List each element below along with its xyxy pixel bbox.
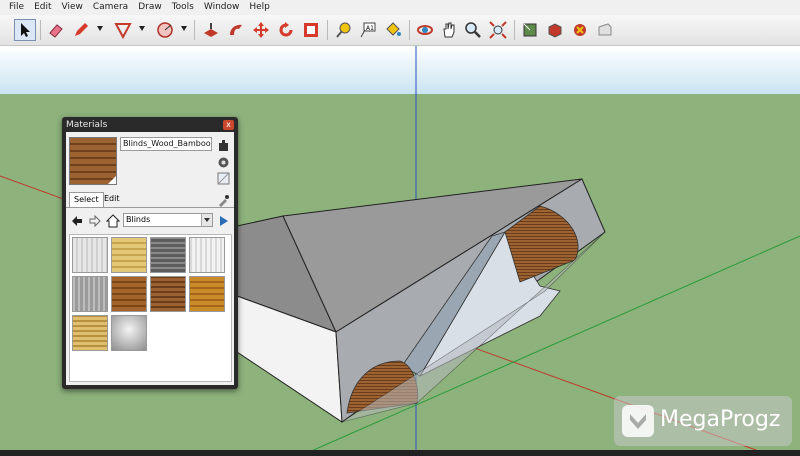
pan-tool-button[interactable] bbox=[438, 19, 460, 41]
material-swatch[interactable] bbox=[72, 237, 108, 273]
tab-select[interactable]: Select bbox=[69, 192, 104, 207]
watermark: MegaProgz bbox=[614, 396, 792, 446]
menu-camera[interactable]: Camera bbox=[88, 0, 133, 15]
material-swatch-grid bbox=[69, 234, 232, 382]
sample-paint-icon[interactable] bbox=[217, 154, 230, 168]
sky bbox=[0, 46, 800, 94]
toolbar-separator bbox=[194, 20, 195, 40]
menu-window[interactable]: Window bbox=[199, 0, 245, 15]
pencil-tool-button[interactable] bbox=[70, 19, 92, 41]
orbit-tool-button[interactable] bbox=[414, 19, 436, 41]
menu-help[interactable]: Help bbox=[244, 0, 275, 15]
brand-logo-icon bbox=[622, 405, 654, 437]
chevron-down-icon[interactable] bbox=[201, 214, 212, 226]
follow-me-tool-button[interactable] bbox=[225, 19, 247, 41]
paint-bucket-tool-button[interactable] bbox=[382, 19, 404, 41]
share-model-icon bbox=[548, 23, 562, 38]
material-swatch[interactable] bbox=[111, 237, 147, 273]
get-models-button[interactable] bbox=[519, 19, 541, 41]
push-pull-tool-button[interactable] bbox=[200, 19, 222, 41]
move-icon bbox=[253, 22, 269, 38]
offset-tool-button[interactable] bbox=[300, 19, 322, 41]
follow-me-icon bbox=[230, 24, 242, 35]
material-swatch[interactable] bbox=[189, 237, 225, 273]
materials-panel[interactable]: Materials x Blinds_Wood_Bamboo Select Ed… bbox=[62, 117, 238, 389]
select-arrow-icon bbox=[21, 23, 30, 37]
library-nav: Blinds bbox=[66, 212, 234, 228]
material-swatch[interactable] bbox=[150, 276, 186, 312]
get-models-icon bbox=[523, 23, 537, 37]
select-tool-button[interactable] bbox=[14, 19, 36, 41]
panel-title: Materials bbox=[66, 120, 108, 130]
offset-icon bbox=[304, 23, 318, 37]
tape-measure-tool-button[interactable] bbox=[332, 19, 354, 41]
arc-dropdown-icon[interactable] bbox=[139, 26, 145, 31]
menu-tools[interactable]: Tools bbox=[167, 0, 199, 15]
close-icon[interactable]: x bbox=[223, 120, 234, 130]
home-icon[interactable] bbox=[105, 213, 121, 228]
tape-measure-icon bbox=[336, 22, 351, 38]
material-preview bbox=[69, 137, 117, 185]
zoom-extents-tool-button[interactable] bbox=[487, 19, 509, 41]
arc-tool-button[interactable] bbox=[112, 19, 134, 41]
circle-icon bbox=[157, 22, 173, 38]
menu-file[interactable]: File bbox=[0, 0, 29, 15]
svg-text:A1: A1 bbox=[366, 25, 374, 32]
zoom-extents-icon bbox=[489, 21, 507, 39]
circle-dropdown-icon[interactable] bbox=[181, 26, 187, 31]
watermark-text: MegaProgz bbox=[660, 407, 781, 432]
orbit-icon bbox=[417, 25, 433, 35]
menu-draw[interactable]: Draw bbox=[133, 0, 167, 15]
pencil-dropdown-icon[interactable] bbox=[97, 26, 103, 31]
pencil-icon bbox=[75, 23, 88, 36]
create-material-icon[interactable] bbox=[217, 138, 230, 151]
library-select[interactable]: Blinds bbox=[123, 213, 213, 227]
menu-view[interactable]: View bbox=[57, 0, 88, 15]
menu-edit[interactable]: Edit bbox=[29, 0, 56, 15]
main-toolbar: A1 bbox=[0, 15, 800, 46]
materials-panel-body: Blinds_Wood_Bamboo Select Edit Blinds bbox=[66, 132, 234, 385]
pan-icon bbox=[443, 22, 455, 38]
move-tool-button[interactable] bbox=[250, 19, 272, 41]
component-button[interactable] bbox=[569, 19, 591, 41]
arc-icon bbox=[114, 23, 132, 39]
menu-bar: File Edit View Camera Draw Tools Window Help bbox=[0, 0, 800, 15]
rotate-tool-button[interactable] bbox=[275, 19, 297, 41]
share-model-button[interactable] bbox=[544, 19, 566, 41]
zoom-icon bbox=[465, 22, 481, 38]
eraser-tool-button[interactable] bbox=[45, 19, 67, 41]
back-arrow-icon[interactable] bbox=[70, 213, 84, 227]
material-name-field[interactable]: Blinds_Wood_Bamboo bbox=[120, 137, 212, 151]
material-swatch[interactable] bbox=[111, 315, 147, 351]
materials-tabs: Select Edit bbox=[66, 190, 234, 208]
circle-tool-button[interactable] bbox=[154, 19, 176, 41]
warehouse-button[interactable] bbox=[594, 19, 616, 41]
status-bar bbox=[0, 450, 800, 456]
component-icon bbox=[574, 24, 586, 36]
tab-edit[interactable]: Edit bbox=[100, 192, 124, 207]
forward-arrow-icon[interactable] bbox=[88, 213, 102, 228]
eraser-icon bbox=[49, 24, 63, 38]
material-swatch[interactable] bbox=[150, 237, 186, 273]
zoom-tool-button[interactable] bbox=[462, 19, 484, 41]
text-tool-button[interactable]: A1 bbox=[357, 19, 379, 41]
toolbar-separator bbox=[327, 20, 328, 40]
library-select-value: Blinds bbox=[126, 215, 151, 224]
material-swatch[interactable] bbox=[72, 315, 108, 351]
material-swatch[interactable] bbox=[72, 276, 108, 312]
material-swatch[interactable] bbox=[189, 276, 225, 312]
paint-bucket-icon bbox=[386, 22, 401, 36]
warehouse-icon bbox=[598, 23, 612, 36]
toolbar-separator bbox=[514, 20, 515, 40]
details-arrow-icon[interactable] bbox=[217, 213, 231, 227]
toolbar-separator bbox=[409, 20, 410, 40]
rotate-icon bbox=[279, 22, 293, 37]
toolbar-separator bbox=[40, 20, 41, 40]
text-icon: A1 bbox=[360, 22, 376, 38]
material-swatch[interactable] bbox=[111, 276, 147, 312]
push-pull-icon bbox=[204, 23, 218, 37]
default-material-icon[interactable] bbox=[217, 170, 230, 185]
